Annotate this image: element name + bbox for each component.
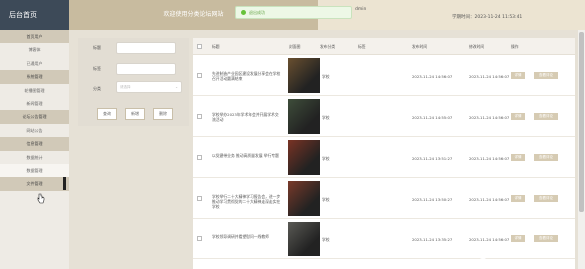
sidebar-item[interactable]: 信息管理 xyxy=(0,137,69,151)
check-icon xyxy=(241,10,246,15)
hand-cursor-icon xyxy=(37,193,45,204)
view-comments-button[interactable]: 查看评论 xyxy=(534,194,558,202)
row-updated: 2023-11-24 14:56:07 xyxy=(469,73,510,79)
success-toast: 退出成功 xyxy=(235,6,352,19)
col-actions: 操作 xyxy=(511,44,519,49)
title-label: 标题 xyxy=(93,45,101,50)
row-created: 2023-11-24 14:55:07 xyxy=(412,114,453,120)
row-category: 学校 xyxy=(322,114,330,120)
table-row: 学校举行二十大精神学习报告会，进一步推动学习贯彻党的二十大精神走深走实在学校 学校… xyxy=(193,178,575,219)
sidebar-item[interactable]: 系统管理 xyxy=(0,70,69,84)
view-comments-button[interactable]: 查看评论 xyxy=(534,235,558,242)
row-title: 学校领导调研并看望慰问一线教师 xyxy=(212,234,269,239)
detail-button[interactable]: 详情 xyxy=(511,194,525,202)
row-category: 学校 xyxy=(322,237,330,242)
delete-button[interactable]: 删除 xyxy=(153,108,173,120)
row-checkbox[interactable] xyxy=(197,72,202,78)
logo[interactable]: 后台首页 xyxy=(0,0,69,30)
sidebar-item[interactable]: 网站公告 xyxy=(0,124,69,137)
row-checkbox[interactable] xyxy=(197,195,202,201)
sidebar-item[interactable]: 首页用户 xyxy=(0,30,69,44)
cover-image[interactable] xyxy=(288,140,320,175)
sidebar-item[interactable]: 数据管理 xyxy=(0,163,69,178)
row-created: 2023-11-24 14:56:07 xyxy=(412,73,453,79)
user-name[interactable]: dmin xyxy=(355,7,366,12)
sidebar: 首页用户 博客体 已通用户 系统管理 轮播图管理 新闻管理 论坛公告管理 网站公告 信息管理 数据… xyxy=(0,30,69,269)
row-created: 2023-11-24 13:50:27 xyxy=(412,196,453,202)
row-title: 以党建带业务 推动高质量发展 举行专题 xyxy=(212,152,279,158)
scrollbar-thumb[interactable] xyxy=(579,32,584,212)
row-title: 先进制造产业园区建设发展分享会在学校召开活动圆满结束 xyxy=(212,70,281,81)
detail-button[interactable]: 详情 xyxy=(511,153,525,161)
row-checkbox[interactable] xyxy=(197,113,202,119)
row-created: 2023-11-24 13:35:27 xyxy=(412,237,453,242)
table-header: 标题 封面图 发布分类 标签 发布时间 修改时间 操作 xyxy=(193,38,575,55)
cover-image[interactable] xyxy=(288,99,320,134)
category-placeholder: 请选择 xyxy=(120,85,131,89)
add-button[interactable]: 新增 xyxy=(125,108,145,120)
view-comments-button[interactable]: 查看评论 xyxy=(534,112,558,120)
col-cover: 封面图 xyxy=(289,44,301,49)
row-category: 学校 xyxy=(322,196,330,202)
row-checkbox[interactable] xyxy=(197,236,202,241)
title-input[interactable] xyxy=(116,42,176,54)
col-created[interactable]: 发布时间 xyxy=(412,44,427,50)
tag-label: 标签 xyxy=(93,66,101,71)
row-title: 学校举行二十大精神学习报告会，进一步推动学习贯彻党的二十大精神走深走实在学校 xyxy=(212,193,281,209)
sidebar-item[interactable]: 轮播图管理 xyxy=(0,84,69,97)
sidebar-item[interactable]: 已通用户 xyxy=(0,57,69,70)
row-updated: 2023-11-24 14:56:07 xyxy=(469,237,510,242)
col-tags: 标签 xyxy=(358,44,366,49)
watermark: CSDN @MZ_ZXD001 xyxy=(438,246,565,260)
cover-image[interactable] xyxy=(288,58,320,93)
select-all-checkbox[interactable] xyxy=(197,44,202,49)
table-row: 先进制造产业园区建设发展分享会在学校召开活动圆满结束 学校 2023-11-24 1… xyxy=(193,55,575,96)
row-category: 学校 xyxy=(322,155,330,161)
query-button[interactable]: 查询 xyxy=(97,108,117,120)
detail-button[interactable]: 详情 xyxy=(511,71,525,79)
tag-input[interactable] xyxy=(116,63,176,75)
category-select[interactable]: 请选择 ⌄ xyxy=(116,81,182,93)
row-checkbox[interactable] xyxy=(197,154,202,160)
row-title: 学校举办2023年学术年会并开展学术交流活动 xyxy=(212,111,279,122)
detail-button[interactable]: 详情 xyxy=(511,112,525,120)
sidebar-item[interactable]: 论坛公告管理 xyxy=(0,110,69,124)
category-label: 分类 xyxy=(93,86,101,91)
toast-text: 退出成功 xyxy=(249,10,265,15)
cover-image[interactable] xyxy=(288,222,320,256)
sidebar-item[interactable]: 数据统计 xyxy=(0,151,69,164)
view-comments-button[interactable]: 查看评论 xyxy=(534,153,558,161)
col-category[interactable]: 发布分类 xyxy=(320,44,335,50)
page-scrollbar[interactable] xyxy=(578,30,585,269)
row-category: 学校 xyxy=(322,73,330,79)
view-comments-button[interactable]: 查看评论 xyxy=(534,71,558,79)
table-row: 学校举办2023年学术年会并开展学术交流活动 学校 2023-11-24 14:55… xyxy=(193,96,575,137)
chevron-down-icon: ⌄ xyxy=(175,85,178,89)
row-updated: 2023-11-24 14:56:07 xyxy=(469,114,510,120)
active-indicator xyxy=(63,177,66,190)
sidebar-item[interactable]: 文件管理 xyxy=(0,177,69,191)
cover-image[interactable] xyxy=(288,181,320,216)
row-updated: 2023-11-24 14:56:07 xyxy=(469,155,510,161)
col-updated[interactable]: 修改时间 xyxy=(469,44,484,50)
data-table: 标题 封面图 发布分类 标签 发布时间 修改时间 操作 先进制造产业园区建设发展… xyxy=(193,38,575,269)
col-title[interactable]: 标题 xyxy=(212,44,220,50)
header-time: 学期时间：2023-11-24 11:53:41 xyxy=(452,15,523,20)
table-row: 以党建带业务 推动高质量发展 举行专题学校 2023-11-24 13:51:27… xyxy=(193,137,575,178)
detail-button[interactable]: 详情 xyxy=(511,235,525,242)
sidebar-item[interactable]: 博客体 xyxy=(0,43,69,56)
sidebar-item[interactable]: 新闻管理 xyxy=(0,97,69,110)
row-created: 2023-11-24 13:51:27 xyxy=(412,155,453,161)
row-updated: 2023-11-24 14:56:07 xyxy=(469,196,510,202)
